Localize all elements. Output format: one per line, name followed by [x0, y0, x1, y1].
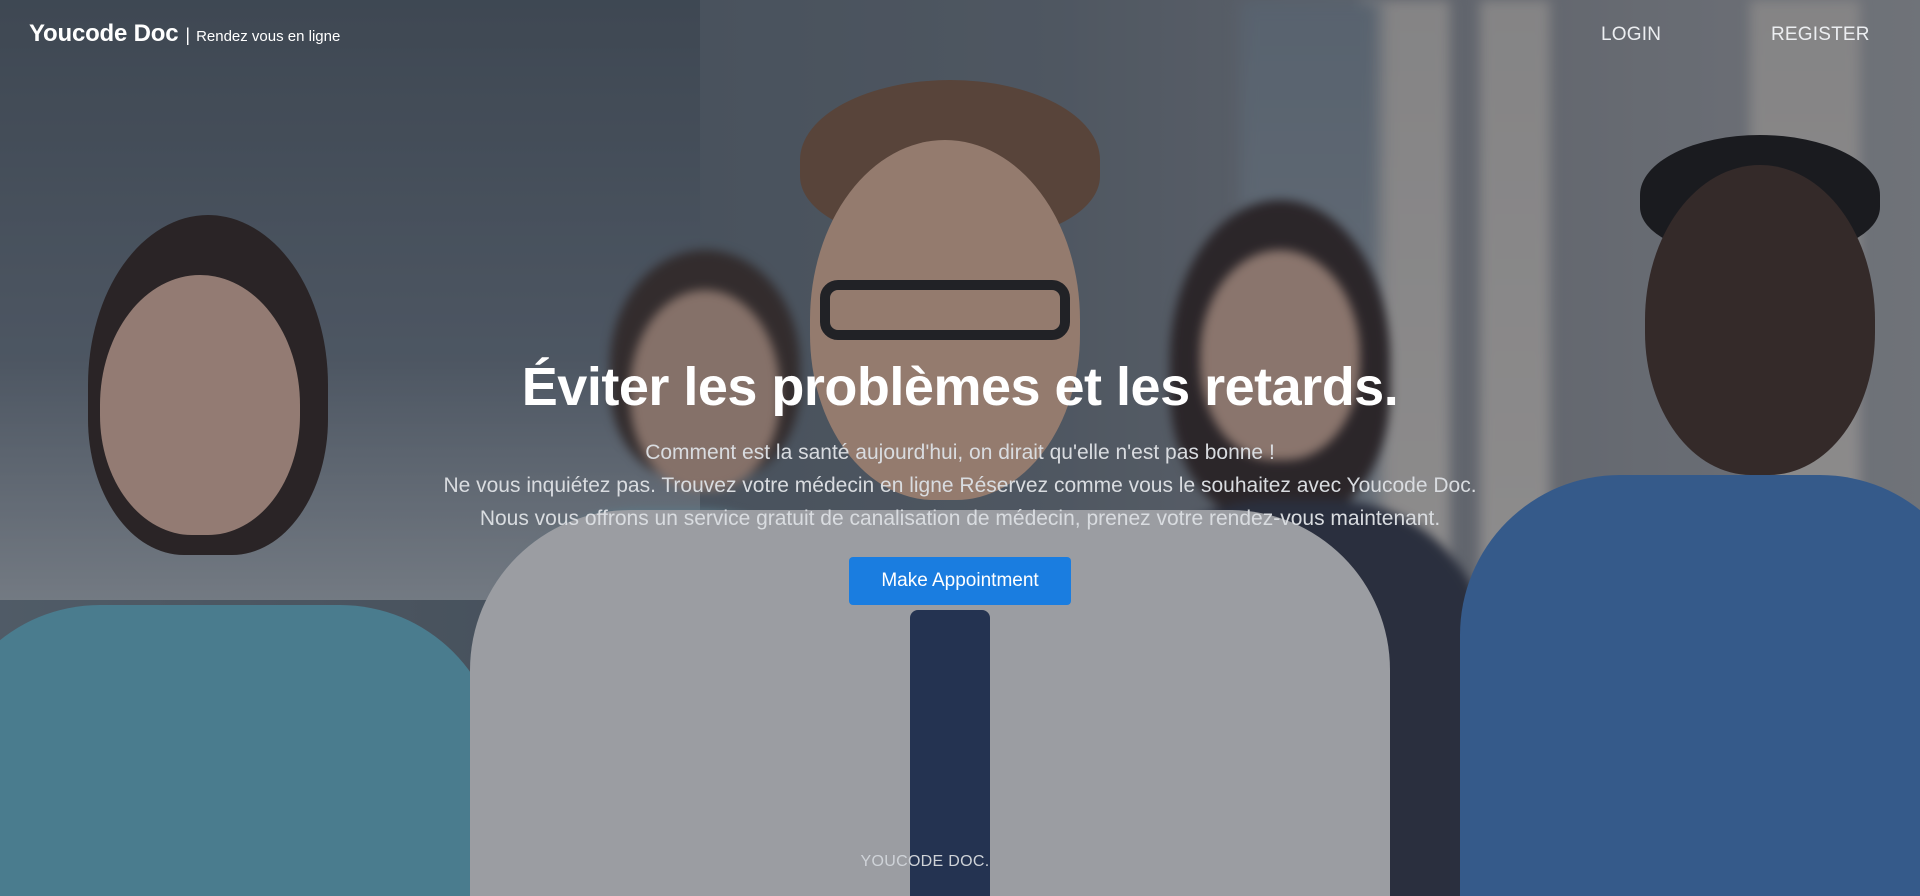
- hero-line-3: Nous vous offrons un service gratuit de …: [479, 507, 1441, 530]
- hero-headline: Éviter les problèmes et les retards.: [521, 357, 1399, 417]
- brand-separator: |: [185, 25, 191, 45]
- top-navbar: Youcode Doc | Rendez vous en ligne LOGIN…: [0, 0, 1920, 70]
- register-link[interactable]: REGISTER: [1771, 24, 1870, 46]
- hero-line-2: Ne vous inquiétez pas. Trouvez votre méd…: [443, 474, 1477, 497]
- hero-section: Youcode Doc | Rendez vous en ligne LOGIN…: [0, 0, 1920, 896]
- brand-logo[interactable]: Youcode Doc | Rendez vous en ligne: [29, 20, 340, 48]
- login-link[interactable]: LOGIN: [1601, 24, 1661, 46]
- brand-name[interactable]: Youcode Doc: [29, 20, 179, 48]
- hero-content: Éviter les problèmes et les retards. Com…: [0, 355, 1920, 605]
- make-appointment-button[interactable]: Make Appointment: [849, 557, 1071, 605]
- footer-brand-text: YOUCODE DOC.: [860, 853, 990, 870]
- brand-tagline: Rendez vous en ligne: [196, 28, 341, 45]
- hero-line-1: Comment est la santé aujourd'hui, on dir…: [645, 441, 1275, 464]
- hero-description: Comment est la santé aujourd'hui, on dir…: [0, 436, 1920, 535]
